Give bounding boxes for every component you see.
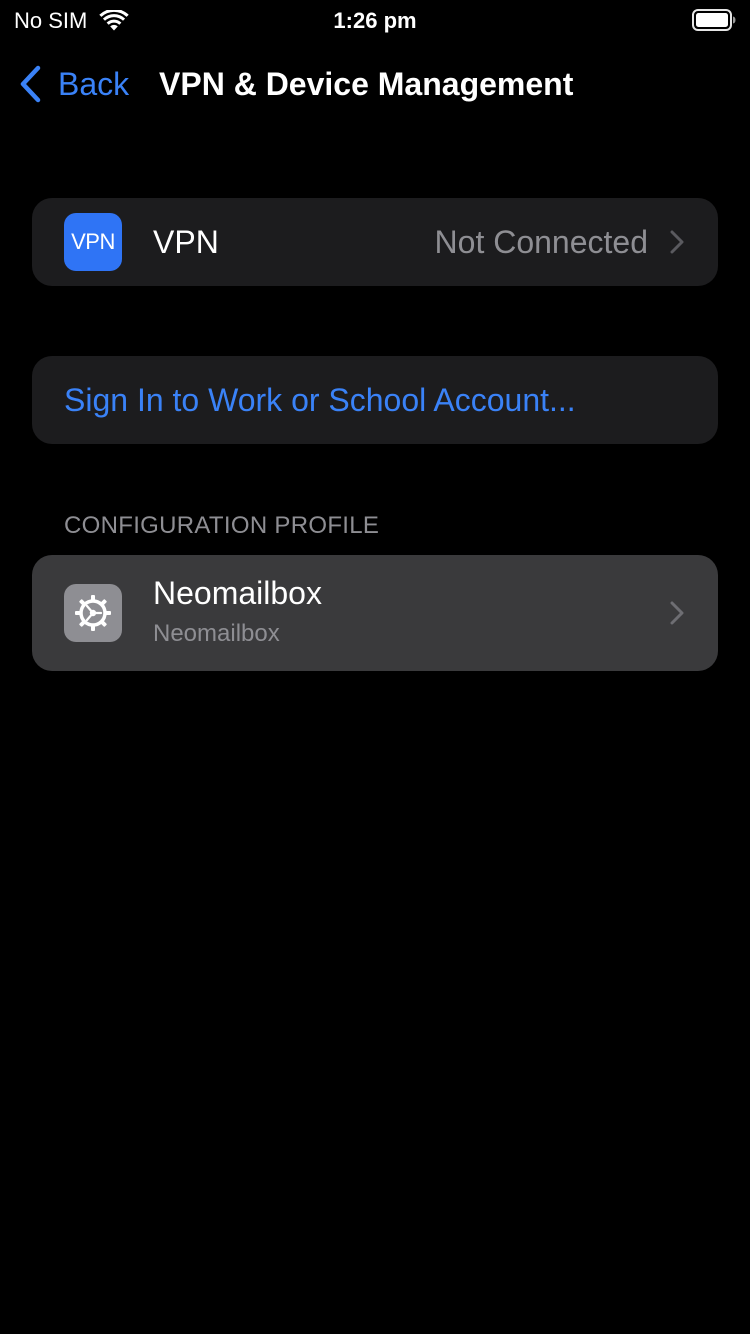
vpn-row[interactable]: VPN VPN Not Connected (32, 198, 718, 286)
status-bar: No SIM 1:26 pm (0, 0, 750, 40)
vpn-icon: VPN (64, 213, 122, 271)
gear-icon (64, 584, 122, 642)
back-button[interactable]: Back (18, 64, 129, 104)
vpn-label: VPN (153, 224, 219, 260)
profile-row[interactable]: Neomailbox Neomailbox (32, 555, 718, 671)
configuration-profile-group: Neomailbox Neomailbox (32, 555, 718, 671)
signin-link[interactable]: Sign In to Work or School Account... (64, 380, 576, 420)
profile-title: Neomailbox (153, 575, 322, 611)
gear-glyph (75, 595, 111, 631)
battery-icon (692, 9, 736, 31)
status-time: 1:26 pm (333, 8, 417, 33)
vpn-group: VPN VPN Not Connected (32, 198, 718, 286)
chevron-left-icon (20, 65, 41, 103)
vpn-status: Not Connected (434, 224, 648, 260)
profile-subtitle: Neomailbox (153, 620, 280, 647)
signin-row[interactable]: Sign In to Work or School Account... (32, 356, 718, 444)
signin-group: Sign In to Work or School Account... (32, 356, 718, 444)
chevron-right-icon (670, 230, 684, 254)
back-label: Back (58, 66, 130, 102)
section-header-configuration-profile: CONFIGURATION PROFILE (64, 512, 380, 539)
chevron-right-icon (670, 601, 684, 625)
page-title: VPN & Device Management (159, 66, 574, 102)
navigation-bar: Back VPN & Device Management (0, 48, 750, 120)
